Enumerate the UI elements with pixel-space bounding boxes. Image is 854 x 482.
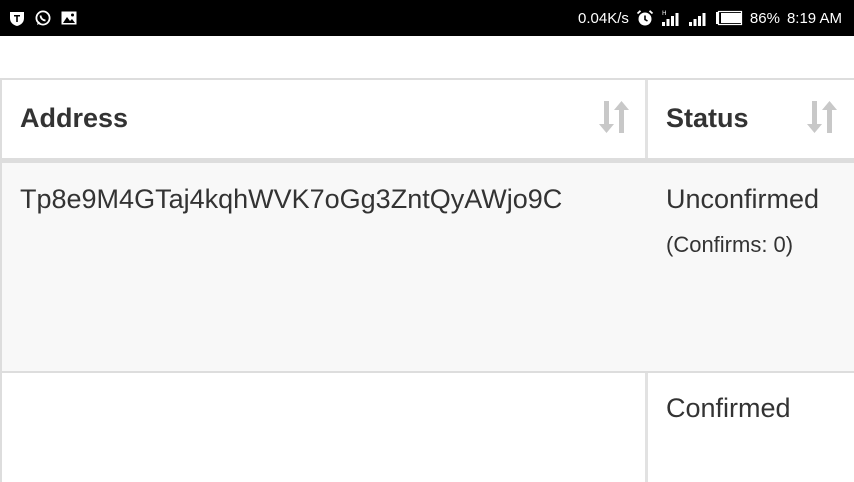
status-cell: Confirmed — [666, 393, 791, 423]
address-cell: Tp8e9M4GTaj4kqhWVK7oGg3ZntQyAWjo9C — [20, 184, 563, 214]
row-separator — [0, 371, 854, 373]
battery-icon — [715, 10, 743, 26]
status-bar: 0.04K/s H 86% 8:19 AM — [0, 0, 854, 36]
sort-icon[interactable] — [806, 99, 838, 135]
whatsapp-icon — [35, 10, 51, 26]
signal-icon: H — [661, 10, 679, 26]
battery-percent: 86% — [749, 9, 780, 27]
address-status-table: Address Status Tp8e9M4GTaj4kqhWVK7oGg3Zn… — [0, 78, 854, 482]
status-cell: Unconfirmed — [666, 184, 820, 214]
shield-icon — [10, 12, 24, 26]
alarm-icon — [636, 10, 654, 26]
network-speed: 0.04K/s — [578, 9, 629, 27]
svg-text:H: H — [662, 10, 667, 17]
image-icon — [61, 11, 77, 25]
status-bar-left — [8, 0, 78, 36]
column-header-address[interactable]: Address — [20, 80, 640, 156]
sort-icon[interactable] — [598, 99, 630, 135]
signal-icon — [688, 13, 706, 26]
status-bar-right: 0.04K/s H 86% 8:19 AM — [578, 0, 842, 36]
clock-time: 8:19 AM — [786, 9, 842, 27]
confirms-count: (Confirms: 0) — [666, 232, 794, 257]
